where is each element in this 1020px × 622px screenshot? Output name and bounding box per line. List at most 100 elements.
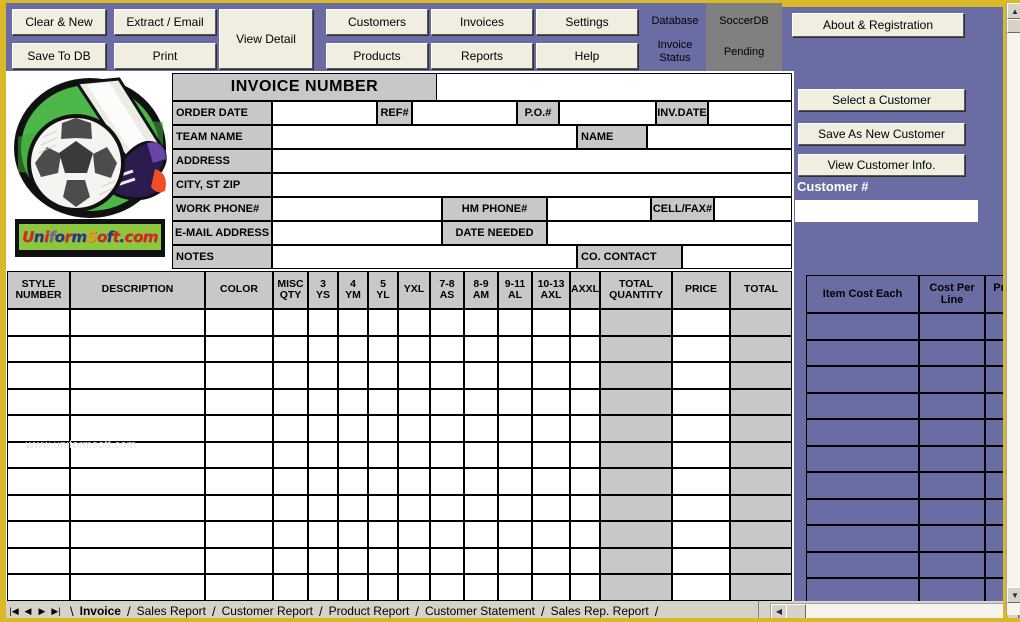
line-item-cell[interactable]: [273, 309, 308, 336]
sheet-tab-sales-report[interactable]: Sales Report: [135, 604, 208, 618]
line-item-cell[interactable]: [368, 362, 398, 389]
line-item-cell[interactable]: [7, 574, 70, 601]
help-button[interactable]: Help: [536, 43, 638, 69]
line-item-cell[interactable]: [205, 547, 273, 574]
line-item-cell[interactable]: [7, 441, 70, 468]
line-item-cell[interactable]: [464, 309, 498, 336]
cost-table-cell[interactable]: [806, 445, 919, 472]
line-item-cell[interactable]: [7, 415, 70, 442]
line-item-cell[interactable]: [730, 362, 792, 389]
line-item-cell[interactable]: [532, 362, 570, 389]
cost-table-cell[interactable]: [919, 498, 985, 525]
line-item-cell[interactable]: [672, 494, 730, 521]
line-item-cell[interactable]: [70, 468, 205, 495]
line-item-cell[interactable]: [430, 574, 464, 601]
sheet-tab-product-report[interactable]: Product Report: [327, 604, 412, 618]
line-item-cell[interactable]: [338, 574, 368, 601]
line-item-cell[interactable]: [7, 521, 70, 548]
invoice-number-value[interactable]: [437, 73, 792, 101]
line-item-cell[interactable]: [398, 388, 430, 415]
line-item-cell[interactable]: [398, 521, 430, 548]
sheet-tab-invoice[interactable]: Invoice: [78, 604, 123, 618]
cost-table-cell[interactable]: [919, 445, 985, 472]
line-item-cell[interactable]: [308, 574, 338, 601]
reports-button[interactable]: Reports: [431, 43, 533, 69]
line-item-cell[interactable]: [205, 309, 273, 336]
line-item-cell[interactable]: [532, 415, 570, 442]
line-item-cell[interactable]: [498, 335, 532, 362]
line-item-cell[interactable]: [7, 309, 70, 336]
view-detail-button[interactable]: View Detail: [219, 9, 313, 69]
line-item-cell[interactable]: [430, 521, 464, 548]
prev-sheet-icon[interactable]: ◀: [22, 604, 34, 618]
cost-table-cell[interactable]: [919, 339, 985, 366]
line-item-cell[interactable]: [398, 494, 430, 521]
line-item-cell[interactable]: [308, 309, 338, 336]
cost-table-cell[interactable]: [806, 472, 919, 499]
cost-table-cell[interactable]: [919, 313, 985, 340]
line-item-cell[interactable]: [672, 309, 730, 336]
line-item-cell[interactable]: [398, 547, 430, 574]
cost-table-cell[interactable]: [919, 525, 985, 552]
sheet-nav-buttons[interactable]: |◀ ◀ ▶ ▶|: [8, 603, 64, 618]
line-item-cell[interactable]: [398, 362, 430, 389]
line-item-cell[interactable]: [672, 574, 730, 601]
line-item-cell[interactable]: [532, 441, 570, 468]
line-item-cell[interactable]: [273, 547, 308, 574]
line-item-cell[interactable]: [308, 494, 338, 521]
po-number-input[interactable]: [559, 101, 656, 125]
line-item-cell[interactable]: [273, 388, 308, 415]
line-item-cell[interactable]: [338, 309, 368, 336]
line-item-cell[interactable]: [368, 468, 398, 495]
products-button[interactable]: Products: [326, 43, 428, 69]
line-item-cell[interactable]: [672, 335, 730, 362]
line-item-cell[interactable]: [308, 468, 338, 495]
line-item-cell[interactable]: [672, 441, 730, 468]
line-item-cell[interactable]: [70, 547, 205, 574]
line-item-cell[interactable]: [338, 335, 368, 362]
line-item-cell[interactable]: [730, 335, 792, 362]
line-item-cell[interactable]: [730, 309, 792, 336]
line-item-cell[interactable]: [570, 441, 600, 468]
cost-table-cell[interactable]: [806, 525, 919, 552]
line-item-cell[interactable]: [730, 415, 792, 442]
cost-table-cell[interactable]: [919, 551, 985, 578]
line-item-cell[interactable]: [205, 468, 273, 495]
horizontal-scrollbar[interactable]: ◀ ▶: [770, 603, 1020, 618]
line-item-cell[interactable]: [532, 388, 570, 415]
line-item-cell[interactable]: [498, 362, 532, 389]
sheet-tab-customer-statement[interactable]: Customer Statement: [423, 604, 537, 618]
line-item-cell[interactable]: [532, 574, 570, 601]
cell-fax-input[interactable]: [714, 197, 792, 221]
cost-table-cell[interactable]: [919, 419, 985, 446]
select-customer-button[interactable]: Select a Customer: [798, 89, 965, 111]
line-item-cell[interactable]: [600, 335, 672, 362]
line-item-cell[interactable]: [430, 388, 464, 415]
line-item-cell[interactable]: [464, 441, 498, 468]
cost-table-cell[interactable]: [806, 392, 919, 419]
line-item-cell[interactable]: [338, 521, 368, 548]
line-item-cell[interactable]: [430, 441, 464, 468]
line-item-cell[interactable]: [672, 521, 730, 548]
save-to-db-button[interactable]: Save To DB: [12, 43, 106, 69]
line-item-cell[interactable]: [672, 547, 730, 574]
line-item-cell[interactable]: [730, 574, 792, 601]
line-item-cell[interactable]: [273, 362, 308, 389]
line-item-cell[interactable]: [273, 494, 308, 521]
line-item-cell[interactable]: [368, 441, 398, 468]
line-item-cell[interactable]: [338, 547, 368, 574]
address-input[interactable]: [272, 149, 792, 173]
cost-table-cell[interactable]: [806, 419, 919, 446]
save-as-new-customer-button[interactable]: Save As New Customer: [798, 123, 965, 145]
invoice-date-input[interactable]: [708, 101, 792, 125]
line-item-cell[interactable]: [338, 362, 368, 389]
line-item-cell[interactable]: [7, 468, 70, 495]
customer-number-input[interactable]: [794, 199, 979, 223]
line-item-cell[interactable]: [532, 521, 570, 548]
line-item-cell[interactable]: [464, 335, 498, 362]
line-item-cell[interactable]: [398, 441, 430, 468]
line-item-cell[interactable]: [273, 335, 308, 362]
view-customer-info-button[interactable]: View Customer Info.: [798, 154, 965, 176]
line-item-cell[interactable]: [368, 388, 398, 415]
line-item-cell[interactable]: [532, 309, 570, 336]
